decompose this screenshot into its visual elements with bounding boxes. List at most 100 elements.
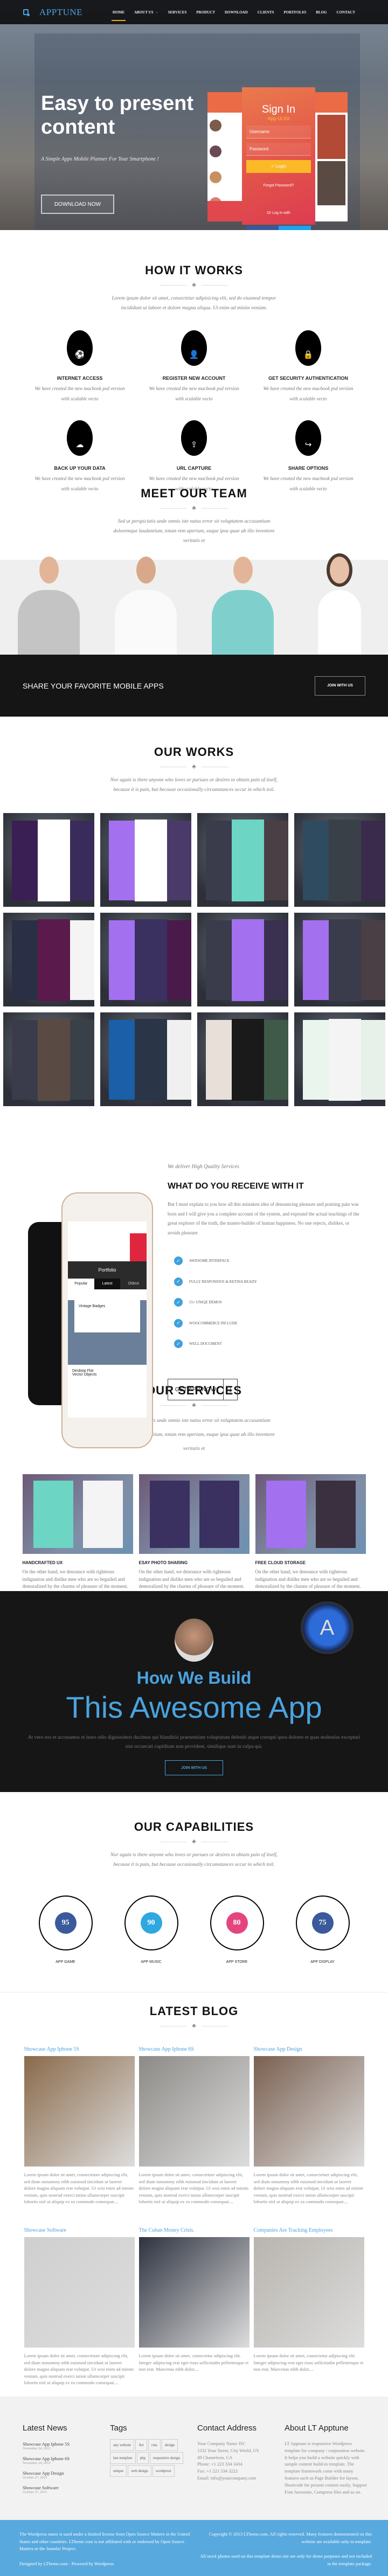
- nav-item-contact[interactable]: CONTACT: [332, 0, 360, 24]
- tag-link[interactable]: Art: [135, 2439, 147, 2451]
- feature-title: SHARE OPTIONS: [288, 466, 329, 471]
- nav-label: HOME: [112, 10, 125, 15]
- news-link[interactable]: Showcase App Iphone 6S: [23, 2456, 106, 2461]
- blog-post-image[interactable]: [138, 2056, 250, 2167]
- feature-check-item: ✓ 15+ UNIQE DEMOS: [168, 1292, 362, 1313]
- tag-link[interactable]: responsive design: [150, 2452, 184, 2464]
- license-text: The Wordpress name is used under a limit…: [19, 2531, 190, 2551]
- blog-post-title[interactable]: Showcase App Iphone 5S: [24, 2046, 135, 2054]
- blog-post-image[interactable]: [24, 2056, 135, 2167]
- tag-link[interactable]: php: [136, 2452, 149, 2464]
- work-item[interactable]: [197, 813, 288, 907]
- receive-tagline: We deliver High Quality Services: [168, 1164, 239, 1170]
- mockup-list-screen: [207, 92, 245, 221]
- nav-item-portfolio[interactable]: PORTFOLIO: [279, 0, 311, 24]
- news-link[interactable]: Showcase App Iphone 5S: [23, 2441, 106, 2447]
- logo[interactable]: APPTUNE: [23, 7, 82, 18]
- nav-item-download[interactable]: DOWNLOAD: [220, 0, 253, 24]
- news-link[interactable]: Showcase App Design: [23, 2470, 106, 2476]
- section-title: LATEST BLOG: [149, 2004, 239, 2018]
- work-screen: [108, 920, 137, 1000]
- work-item[interactable]: [294, 913, 385, 1006]
- nav-label: PRODUCT: [196, 10, 215, 15]
- build-line1: How We Build: [136, 1668, 252, 1688]
- hero-section: Easy to present content A Simple Apps Mo…: [0, 0, 388, 230]
- mockup-signin-screen: Sign In App UI Kit Username Password ✓ L…: [242, 87, 315, 230]
- work-item[interactable]: [294, 813, 385, 907]
- capability-label: APP DISPLAY: [310, 1960, 335, 1964]
- work-screen: [231, 820, 264, 901]
- blog-post-image[interactable]: [24, 2237, 135, 2348]
- nav-label: PORTFOLIO: [283, 10, 307, 15]
- capability-item: 75 APP DISPLAY: [295, 1895, 350, 1964]
- service-screen: [149, 1481, 190, 1548]
- join-with-us-button[interactable]: JOIN WITH US: [315, 676, 365, 696]
- blog-post: Showcase App Design Lorem ipsum dolor sit…: [253, 2046, 364, 2227]
- join-with-us-button[interactable]: JOIN WITH US: [165, 1760, 223, 1775]
- lock-icon: 🔒: [295, 330, 321, 366]
- feature-text: We have created the new macbook psd vers…: [34, 386, 125, 401]
- team-member[interactable]: [0, 557, 97, 655]
- work-item[interactable]: [294, 1012, 385, 1106]
- blog-post-title[interactable]: Showcase Software: [24, 2227, 135, 2235]
- work-item[interactable]: [100, 913, 191, 1006]
- footer: Latest News Showcase App Iphone 5S Novemb…: [0, 2397, 388, 2520]
- nav-item-about-us[interactable]: ABOUT US ⌄: [129, 0, 163, 24]
- tag-link[interactable]: last template: [110, 2452, 136, 2464]
- nav-item-services[interactable]: SERVICES: [163, 0, 192, 24]
- download-now-button[interactable]: DOWNLOAD NOW: [41, 195, 114, 214]
- tag-link[interactable]: wordpress: [152, 2465, 175, 2477]
- nav-item-product[interactable]: PRODUCT: [191, 0, 220, 24]
- check-icon: ✓: [174, 1298, 183, 1307]
- work-screen: [358, 1020, 385, 1100]
- blog-post-title[interactable]: Showcase App Iphone 6S: [139, 2046, 250, 2054]
- feature-title: URL CAPTURE: [176, 466, 212, 471]
- blog-post-title[interactable]: Showcase App Design: [254, 2046, 364, 2054]
- service-image: [22, 1474, 133, 1554]
- app-logo-icon: [23, 9, 30, 16]
- work-screen: [205, 1020, 234, 1100]
- work-item[interactable]: [3, 813, 94, 907]
- news-link[interactable]: Showcase Software: [23, 2485, 106, 2490]
- contact-line: 49 Chameleon, CA: [197, 2454, 233, 2460]
- tag-link[interactable]: any website: [110, 2439, 135, 2451]
- designed-by[interactable]: Designed by LTheme.com - Powered by Word…: [19, 2560, 196, 2568]
- team-member[interactable]: [97, 557, 194, 655]
- news-date: October 27, 2015: [23, 2476, 47, 2480]
- divider: ♣: [0, 1838, 388, 1845]
- tag-link[interactable]: unique: [110, 2465, 127, 2477]
- blog-post-image[interactable]: [138, 2237, 250, 2348]
- work-screen: [358, 920, 385, 1000]
- work-item[interactable]: [3, 1012, 94, 1106]
- service-image: [255, 1474, 366, 1554]
- blog-post-title[interactable]: Companies Are Tracking Employees: [254, 2227, 364, 2235]
- capability-item: 95 APP GAME: [38, 1895, 93, 1964]
- nav-item-blog[interactable]: BLOG: [311, 0, 331, 24]
- nav-item-home[interactable]: HOME: [108, 0, 129, 24]
- work-item[interactable]: [197, 913, 288, 1006]
- work-item[interactable]: [100, 1012, 191, 1106]
- team-member[interactable]: [291, 557, 388, 655]
- nav-item-clients[interactable]: CLIENTS: [253, 0, 279, 24]
- work-item[interactable]: [3, 913, 94, 1006]
- feature-title: BACK UP YOUR DATA: [54, 466, 106, 471]
- leaf-icon: ♣: [192, 1838, 196, 1845]
- section-desc: Nor again is there anyone who loves or p…: [110, 777, 278, 793]
- work-item[interactable]: [100, 813, 191, 907]
- tag-link[interactable]: web design: [128, 2465, 151, 2477]
- work-screen: [108, 821, 137, 900]
- get-app-now-button[interactable]: GET APP NOW ⤓: [168, 1378, 238, 1400]
- work-screen: [134, 919, 167, 1001]
- work-screen: [67, 920, 94, 1000]
- footer-heading: About LT Apptune: [285, 2424, 349, 2433]
- main-nav: HOME ABOUT US ⌄ SERVICES PRODUCT DOWNLOAD CLIE…: [108, 0, 360, 24]
- team-member[interactable]: [194, 557, 291, 655]
- work-item[interactable]: [197, 1012, 288, 1106]
- blog-post-image[interactable]: [253, 2056, 364, 2167]
- blog-post-image[interactable]: [253, 2237, 364, 2348]
- mockup-username: Username: [246, 126, 311, 138]
- blog-post-title[interactable]: The Cuban Money Crisis.: [139, 2227, 250, 2235]
- mockup-forgot: Forgot Password?: [263, 184, 294, 188]
- tag-link[interactable]: cms: [148, 2439, 161, 2451]
- tag-link[interactable]: design: [161, 2439, 178, 2451]
